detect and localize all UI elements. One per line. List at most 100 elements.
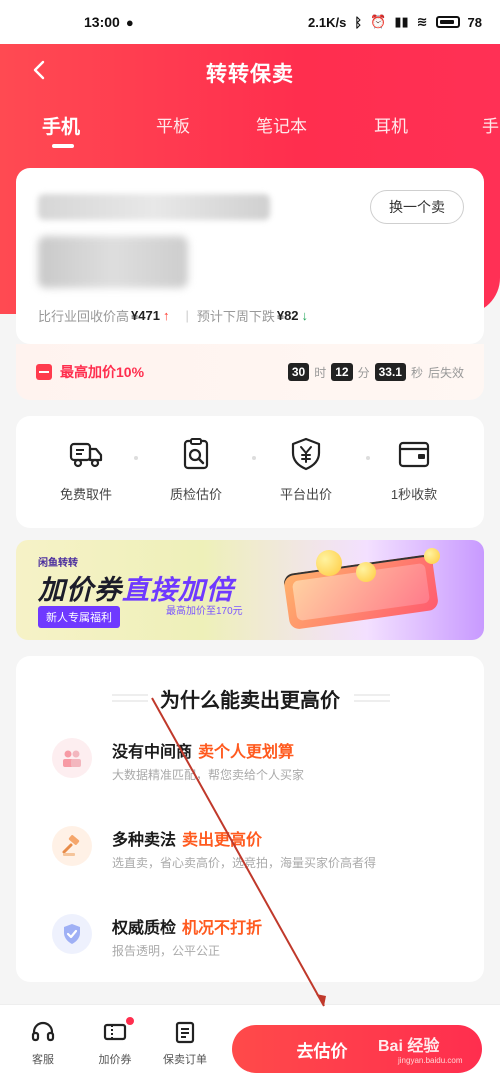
device-card: 换一个卖 比行业回收价高 ¥471 ↑ | 预计下周下跌 ¥82 ↓ — [16, 168, 484, 344]
reason-highlight: 卖个人更划算 — [198, 744, 295, 761]
reason-title-text: 没有中间商 — [112, 744, 193, 761]
countdown-hours-unit: 时 — [314, 365, 327, 380]
notification-icon: ● — [125, 14, 134, 30]
countdown-expire: 后失效 — [427, 365, 464, 380]
banner-headline-a: 加价券 — [38, 575, 122, 605]
page-title: 转转保卖 — [206, 63, 294, 86]
reason-highlight: 卖出更高价 — [182, 832, 263, 849]
status-right: 2.1K/s ᛒ ⏰ ▮▮ ≋ 78 — [308, 14, 482, 30]
divider: | — [185, 308, 189, 323]
forecast-value: ¥82 — [276, 308, 299, 323]
estimate-price-button[interactable]: 去估价 — [232, 1025, 482, 1073]
shield-yen-icon — [291, 437, 321, 471]
inspect-icon — [183, 438, 209, 470]
service-label: 质检估价 — [169, 487, 222, 502]
countdown-seconds-unit: 秒 — [410, 365, 423, 380]
reason-highlight: 机况不打折 — [182, 920, 263, 937]
network-speed: 2.1K/s — [308, 14, 347, 30]
battery-percent: 78 — [467, 14, 482, 30]
service-platform-bid[interactable]: 平台出价 — [256, 436, 356, 503]
headset-icon — [31, 1021, 55, 1042]
shield-check-svg — [64, 924, 80, 944]
order-icon — [175, 1021, 195, 1044]
truck-icon — [69, 442, 103, 468]
countdown-hours: 30 — [287, 363, 310, 381]
blurred-device-name — [38, 194, 270, 220]
promo-text: 最高加价10% — [60, 364, 145, 380]
gavel-svg — [62, 835, 80, 856]
arrow-up-icon: ↑ — [162, 308, 170, 323]
switch-device-button[interactable]: 换一个卖 — [370, 190, 464, 224]
reason-desc: 选直卖，省心卖高价，选竞拍，海量买家价高者得 — [112, 856, 377, 870]
bottom-label: 客服 — [32, 1054, 54, 1066]
price-compare-row: 比行业回收价高 ¥471 ↑ | 预计下周下跌 ¥82 ↓ — [38, 306, 308, 325]
reason-title: 没有中间商 卖个人更划算 — [112, 738, 294, 762]
watermark-url: jingyan.baidu.com — [398, 1056, 463, 1065]
tab-tablet[interactable]: 平板 — [156, 112, 190, 137]
service-free-pickup[interactable]: 免费取件 — [36, 436, 136, 503]
coupon-icon — [103, 1023, 127, 1041]
arrow-down-icon: ↓ — [301, 308, 309, 323]
banner-small-text: 闲鱼转转 — [38, 558, 78, 569]
countdown-seconds: 33.1 — [374, 363, 406, 381]
gavel-icon — [52, 826, 92, 866]
back-arrow-svg — [33, 60, 45, 80]
service-label: 平台出价 — [279, 487, 332, 502]
signal-icon: ▮▮ — [394, 14, 409, 29]
bluetooth-icon: ᛒ — [354, 14, 363, 30]
countdown-minutes-unit: 分 — [357, 365, 370, 380]
wifi-icon: ≋ — [416, 14, 428, 29]
bottom-label: 加价券 — [98, 1054, 132, 1066]
reason-title-text: 多种卖法 — [112, 832, 177, 849]
orders-button[interactable]: 保卖订单 — [160, 1019, 210, 1067]
bottom-label: 保卖订单 — [163, 1054, 207, 1066]
service-fast-payment[interactable]: 1秒收款 — [364, 436, 464, 503]
compare-value: ¥471 — [131, 308, 160, 323]
tab-laptop[interactable]: 笔记本 — [256, 112, 307, 137]
reason-desc: 报告透明，公平公正 — [112, 944, 221, 958]
nav-bar: 转转保卖 — [0, 44, 500, 102]
reason-title: 多种卖法 卖出更高价 — [112, 826, 262, 850]
shield-check-icon — [52, 914, 92, 954]
customer-service-button[interactable]: 客服 — [18, 1019, 68, 1067]
status-left: 13:00 ● — [84, 14, 134, 30]
countdown: 30 时 12 分 33.1 秒 后失效 — [287, 363, 464, 381]
people-icon — [52, 738, 92, 778]
coupon-button[interactable]: 加价券 — [90, 1017, 140, 1067]
service-inspection[interactable]: 质检估价 — [146, 436, 246, 503]
status-bar: 13:00 ● 2.1K/s ᛒ ⏰ ▮▮ ≋ 78 — [0, 0, 500, 44]
category-tabs: 手机 平板 笔记本 耳机 手 — [0, 104, 500, 150]
tab-active-indicator — [52, 144, 74, 148]
compare-label: 比行业回收价高 — [38, 309, 130, 324]
coupon-banner[interactable]: 闲鱼转转 加价券直接加倍 最高加价至170元 新人专属福利 — [16, 540, 484, 640]
promo-bar: 最高加价10% 30 时 12 分 33.1 秒 后失效 — [16, 344, 484, 400]
service-label: 免费取件 — [59, 487, 112, 502]
why-card: 为什么能卖出更高价 没有中间商 卖个人更划算 大数据精准匹配，帮您卖给个人买家 多… — [16, 656, 484, 982]
separator-dot — [134, 456, 138, 460]
coin-icon — [424, 548, 440, 564]
tab-earphone[interactable]: 耳机 — [374, 112, 408, 137]
countdown-minutes: 12 — [331, 363, 353, 381]
reason-title-text: 权威质检 — [112, 920, 177, 937]
service-label: 1秒收款 — [390, 487, 438, 502]
forecast-label: 预计下周下跌 — [196, 309, 275, 324]
tab-more[interactable]: 手 — [482, 112, 499, 137]
reason-desc: 大数据精准匹配，帮您卖给个人买家 — [112, 768, 305, 782]
tab-phone[interactable]: 手机 — [42, 112, 80, 139]
service-card: 免费取件 质检估价 平台出价 1秒收款 — [16, 416, 484, 528]
reason-title: 权威质检 机况不打折 — [112, 914, 262, 938]
people-svg — [63, 750, 81, 767]
gift-icon — [36, 364, 52, 380]
baidu-watermark: Bai 经验 — [378, 1038, 440, 1055]
battery-icon — [435, 16, 460, 28]
why-title: 为什么能卖出更高价 — [160, 690, 340, 712]
estimate-button-label: 去估价 — [296, 1041, 348, 1061]
banner-headline-b: 直接加倍 — [122, 575, 234, 605]
status-time: 13:00 — [84, 14, 120, 30]
title-decoration-right — [354, 694, 390, 702]
wallet-icon — [398, 441, 430, 468]
alarm-icon: ⏰ — [370, 14, 387, 29]
notification-badge — [126, 1017, 134, 1025]
chevron-left-icon[interactable] — [28, 58, 52, 82]
coin-icon — [356, 562, 376, 582]
